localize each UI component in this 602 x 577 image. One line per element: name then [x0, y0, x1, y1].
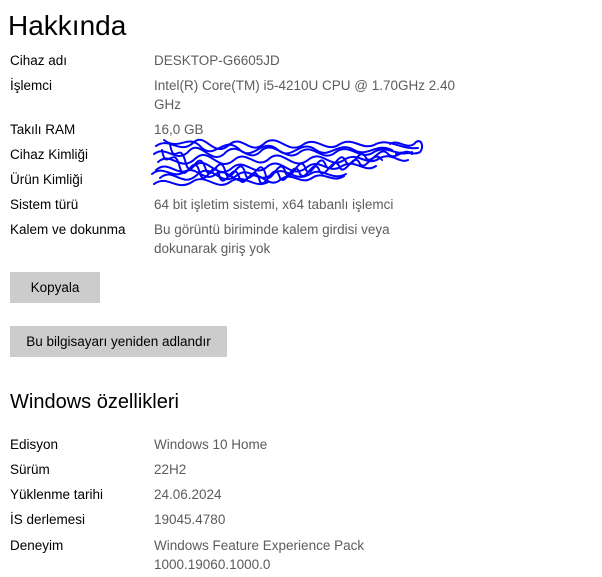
spec-label: İşlemci	[10, 78, 53, 93]
spec-value[interactable]: 19045.4780	[154, 510, 464, 529]
page-title: Hakkında	[8, 10, 127, 41]
spec-label: Ürün Kimliği	[10, 172, 83, 187]
spec-value[interactable]: DESKTOP-G6605JD	[154, 51, 464, 70]
spec-value[interactable]: 22H2	[154, 460, 464, 479]
spec-label: Takılı RAM	[10, 122, 76, 137]
spec-label: Yüklenme tarihi	[10, 487, 104, 502]
redaction-scribble	[151, 138, 424, 187]
spec-label: Kalem ve dokunma	[10, 222, 126, 237]
section-title-windows-specs: Windows özellikleri	[10, 391, 179, 413]
spec-label: Cihaz adı	[10, 53, 68, 68]
spec-value[interactable]: Windows 10 Home	[154, 435, 464, 454]
spec-value[interactable]: Windows Feature Experience Pack 1000.190…	[154, 536, 394, 574]
spec-label: Sistem türü	[10, 197, 79, 212]
spec-label: İS derlemesi	[10, 512, 86, 527]
spec-label: Cihaz Kimliği	[10, 147, 89, 162]
spec-label: Deneyim	[10, 538, 64, 553]
spec-label: Edisyon	[10, 437, 59, 452]
spec-value[interactable]: Bu görüntü biriminde kalem girdisi veya …	[154, 220, 416, 258]
spec-value[interactable]: 64 bit işletim sistemi, x64 tabanlı işle…	[154, 195, 464, 214]
spec-value[interactable]: 24.06.2024	[154, 485, 464, 504]
copy-button[interactable]: Kopyala	[10, 272, 100, 303]
rename-pc-button[interactable]: Bu bilgisayarı yeniden adlandır	[10, 326, 227, 357]
spec-value[interactable]: Intel(R) Core(TM) i5-4210U CPU @ 1.70GHz…	[154, 76, 460, 114]
spec-label: Sürüm	[10, 462, 50, 477]
